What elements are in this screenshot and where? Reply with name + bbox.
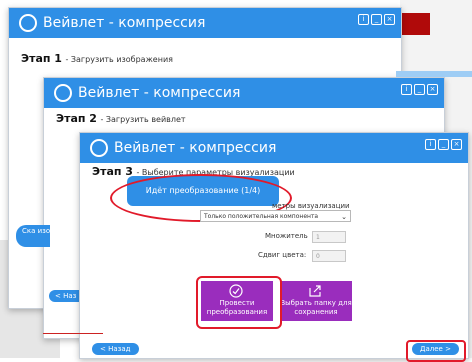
color-shift-label: Сдвиг цвета: (258, 251, 307, 259)
choose-folder-button[interactable]: Выбрать папку для сохранения (280, 281, 352, 321)
app-logo-icon (19, 14, 37, 32)
info-icon[interactable]: i (358, 14, 369, 25)
close-icon[interactable]: × (451, 139, 462, 150)
load-images-button[interactable]: Ска изобра (16, 225, 63, 247)
multiplier-label: Множитель (265, 232, 308, 240)
window-2-controls: i _ × (401, 84, 438, 95)
info-icon[interactable]: i (401, 84, 412, 95)
window-3-titlebar: Вейвлет - компрессия i _ × (80, 133, 468, 163)
component-select[interactable]: Только положительная компонента ⌄ (200, 210, 351, 222)
back-button-window-2[interactable]: < Наз (49, 290, 83, 302)
info-icon[interactable]: i (425, 139, 436, 150)
window-2-titlebar: Вейвлет - компрессия i _ × (44, 78, 444, 108)
app-logo-icon (54, 84, 72, 102)
minimize-icon[interactable]: _ (414, 84, 425, 95)
close-icon[interactable]: × (427, 84, 438, 95)
window-1-title: Вейвлет - компрессия (43, 15, 206, 31)
close-icon[interactable]: × (384, 14, 395, 25)
step-1-label: Этап 1 (21, 52, 62, 65)
window-1-controls: i _ × (358, 14, 395, 25)
window-3-controls: i _ × (425, 139, 462, 150)
window-3-title: Вейвлет - компрессия (114, 140, 277, 156)
minimize-icon[interactable]: _ (438, 139, 449, 150)
choose-folder-button-label: Выбрать папку для сохранения (280, 299, 352, 316)
scroll-bar (396, 71, 472, 77)
step-2-heading: Этап 2 - Загрузить вейвлет (56, 112, 186, 125)
color-shift-field[interactable]: 0 (312, 250, 346, 262)
chevron-down-icon: ⌄ (341, 213, 347, 221)
component-select-value: Только положительная компонента (204, 213, 319, 220)
export-folder-icon (309, 285, 321, 297)
app-logo-icon (90, 139, 108, 157)
step-2-text: - Загрузить вейвлет (100, 115, 186, 124)
multiplier-field[interactable]: 1 (312, 231, 346, 243)
highlight-box-next (406, 340, 466, 362)
viz-params-label: метры визуализации (272, 202, 350, 210)
window-1-titlebar: Вейвлет - компрессия i _ × (9, 8, 401, 38)
window-2-title: Вейвлет - компрессия (78, 85, 241, 101)
step-3-label: Этап 3 (92, 165, 133, 178)
minimize-icon[interactable]: _ (371, 14, 382, 25)
background-red-block (400, 13, 430, 35)
step-1-text: - Загрузить изображения (65, 55, 173, 64)
step-1-heading: Этап 1 - Загрузить изображения (21, 52, 173, 65)
back-button[interactable]: < Назад (92, 343, 139, 355)
red-divider (43, 333, 103, 334)
highlight-box-convert (196, 276, 282, 329)
step-2-label: Этап 2 (56, 112, 97, 125)
